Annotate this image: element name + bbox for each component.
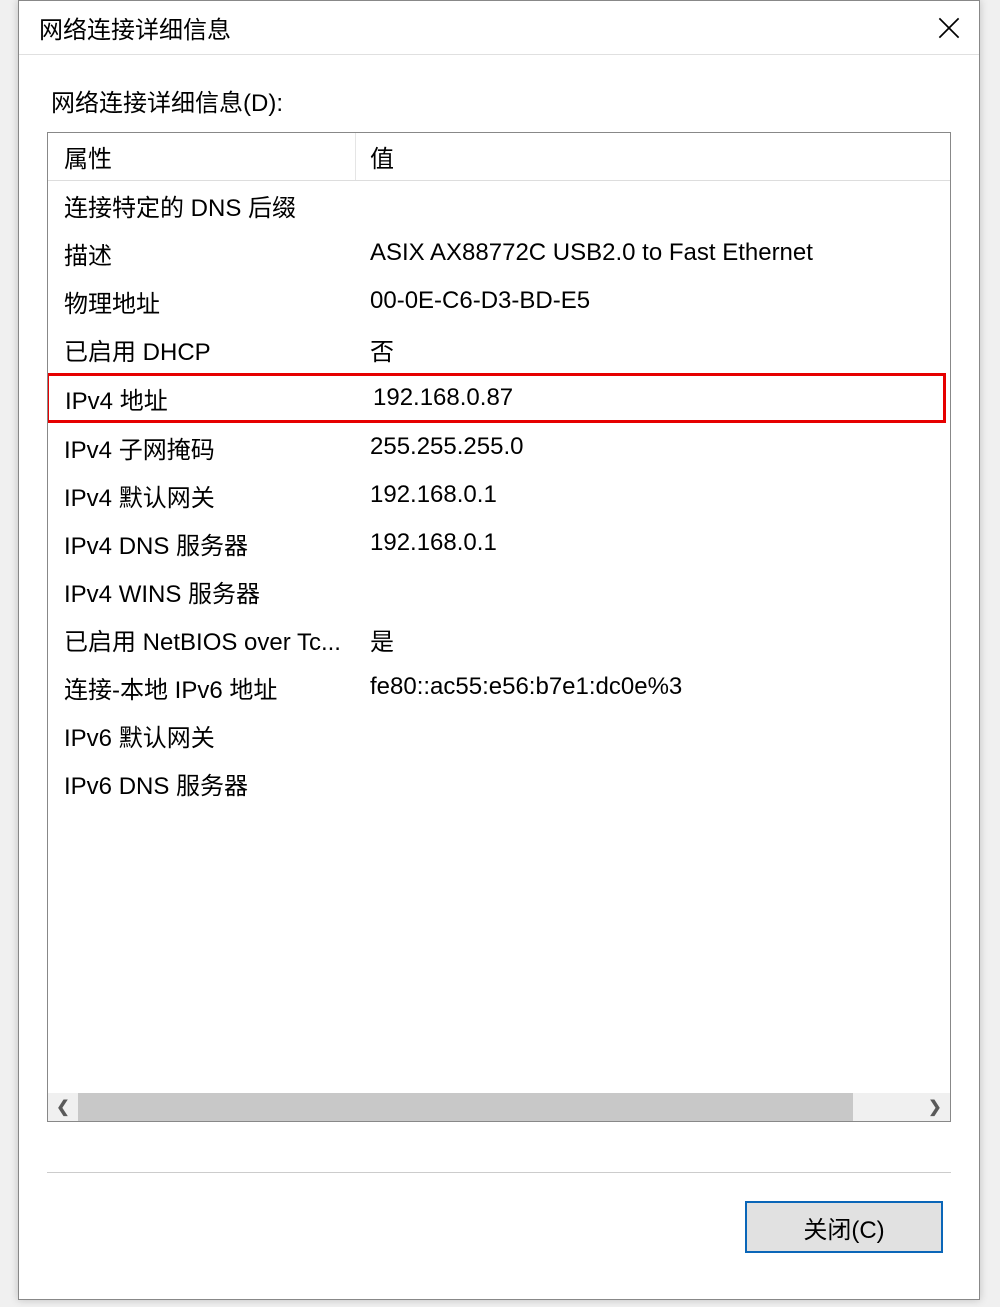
- horizontal-scrollbar[interactable]: ❮ ❯: [48, 1093, 950, 1121]
- header-property[interactable]: 属性: [48, 133, 356, 180]
- row-value: [356, 759, 950, 807]
- list-header: 属性 值: [48, 133, 950, 181]
- row-value: 否: [356, 325, 950, 373]
- table-row[interactable]: 已启用 NetBIOS over Tc...是: [48, 615, 950, 663]
- scroll-track[interactable]: [78, 1093, 920, 1121]
- row-property: 物理地址: [48, 277, 356, 325]
- row-value: 192.168.0.1: [356, 519, 950, 567]
- row-value: ASIX AX88772C USB2.0 to Fast Ethernet: [356, 229, 950, 277]
- row-property: 连接-本地 IPv6 地址: [48, 663, 356, 711]
- row-property: IPv6 默认网关: [48, 711, 356, 759]
- details-list: 属性 值 连接特定的 DNS 后缀描述ASIX AX88772C USB2.0 …: [47, 132, 951, 1122]
- titlebar-close-button[interactable]: [919, 1, 979, 55]
- row-property: 连接特定的 DNS 后缀: [48, 181, 356, 229]
- row-property: IPv4 WINS 服务器: [48, 567, 356, 615]
- row-value: [356, 181, 950, 229]
- row-property: IPv4 默认网关: [48, 471, 356, 519]
- table-row[interactable]: 物理地址00-0E-C6-D3-BD-E5: [48, 277, 950, 325]
- dialog-title: 网络连接详细信息: [39, 10, 231, 45]
- table-row[interactable]: IPv4 DNS 服务器192.168.0.1: [48, 519, 950, 567]
- row-property: IPv4 地址: [49, 376, 359, 420]
- row-value: [356, 711, 950, 759]
- row-value: 00-0E-C6-D3-BD-E5: [356, 277, 950, 325]
- row-property: 已启用 NetBIOS over Tc...: [48, 615, 356, 663]
- network-details-dialog: 网络连接详细信息 网络连接详细信息(D): 属性 值 连接特定的 DNS 后缀描…: [18, 0, 980, 1300]
- close-icon: [938, 17, 960, 39]
- list-label: 网络连接详细信息(D):: [47, 83, 951, 118]
- dialog-content: 网络连接详细信息(D): 属性 值 连接特定的 DNS 后缀描述ASIX AX8…: [19, 55, 979, 1122]
- row-value: fe80::ac55:e56:b7e1:dc0e%3: [356, 663, 950, 711]
- dialog-footer: 关闭(C): [19, 1173, 979, 1253]
- row-value: [356, 567, 950, 615]
- table-row[interactable]: IPv4 子网掩码255.255.255.0: [48, 423, 950, 471]
- scroll-right-arrow[interactable]: ❯: [920, 1093, 950, 1121]
- table-row[interactable]: IPv6 默认网关: [48, 711, 950, 759]
- scroll-thumb[interactable]: [78, 1093, 853, 1121]
- scroll-left-arrow[interactable]: ❮: [48, 1093, 78, 1121]
- table-row[interactable]: IPv6 DNS 服务器: [48, 759, 950, 807]
- row-property: IPv4 子网掩码: [48, 423, 356, 471]
- header-value[interactable]: 值: [356, 133, 950, 180]
- titlebar: 网络连接详细信息: [19, 1, 979, 55]
- close-button[interactable]: 关闭(C): [745, 1201, 943, 1253]
- row-property: IPv6 DNS 服务器: [48, 759, 356, 807]
- row-property: 描述: [48, 229, 356, 277]
- table-row[interactable]: 描述ASIX AX88772C USB2.0 to Fast Ethernet: [48, 229, 950, 277]
- row-value: 是: [356, 615, 950, 663]
- table-row[interactable]: 连接-本地 IPv6 地址fe80::ac55:e56:b7e1:dc0e%3: [48, 663, 950, 711]
- table-row[interactable]: IPv4 WINS 服务器: [48, 567, 950, 615]
- table-row[interactable]: 已启用 DHCP否: [48, 325, 950, 373]
- row-value: 255.255.255.0: [356, 423, 950, 471]
- table-row[interactable]: 连接特定的 DNS 后缀: [48, 181, 950, 229]
- row-value: 192.168.0.87: [359, 376, 943, 420]
- row-property: IPv4 DNS 服务器: [48, 519, 356, 567]
- row-property: 已启用 DHCP: [48, 325, 356, 373]
- table-row[interactable]: IPv4 默认网关192.168.0.1: [48, 471, 950, 519]
- table-row[interactable]: IPv4 地址192.168.0.87: [47, 373, 946, 423]
- row-value: 192.168.0.1: [356, 471, 950, 519]
